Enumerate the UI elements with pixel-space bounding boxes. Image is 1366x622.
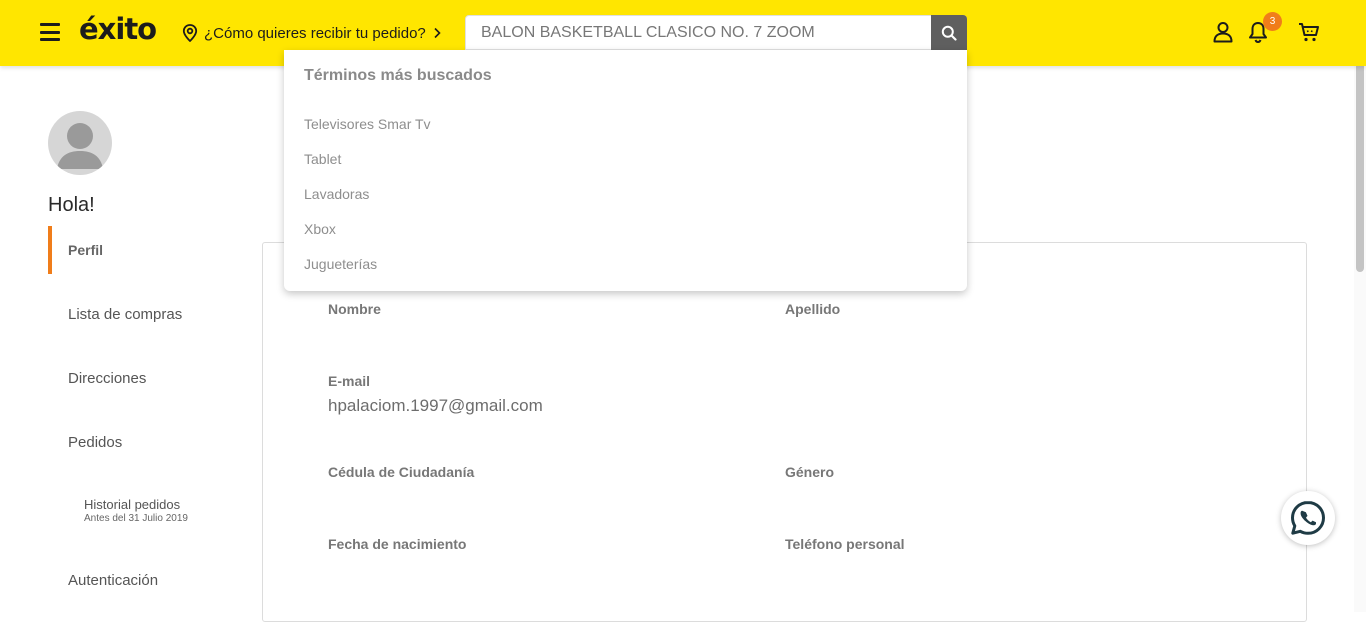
exito-logo[interactable]: éxito [79,12,157,46]
active-indicator [48,226,52,274]
notification-count-badge: 3 [1263,12,1282,31]
whatsapp-icon [1291,501,1325,535]
chevron-right-icon [434,27,441,39]
birth-date-label: Fecha de nacimiento [328,536,467,552]
search-input[interactable] [466,16,931,49]
user-avatar-icon [57,123,103,169]
suggestions-title: Términos más buscados [304,67,492,84]
account-button[interactable] [1211,20,1235,44]
sidebar-item-perfil[interactable]: Perfil [68,242,103,258]
user-icon [1213,22,1233,43]
suggestion-item[interactable]: Lavadoras [304,186,369,202]
phone-label: Teléfono personal [785,536,905,552]
sidebar-item-historial-pedidos[interactable]: Historial pedidos Antes del 31 Julio 201… [84,497,188,524]
page-scrollbar[interactable] [1354,0,1366,612]
search-bar [465,15,967,50]
sidebar-item-lista-de-compras[interactable]: Lista de compras [68,306,182,323]
search-button[interactable] [931,15,967,50]
sidebar-item-direcciones[interactable]: Direcciones [68,370,146,387]
id-document-label: Cédula de Ciudadanía [328,464,475,480]
avatar [48,111,112,175]
cart-button[interactable] [1297,20,1321,44]
greeting: Hola! [48,194,95,216]
logo-text: éxito [79,12,157,46]
whatsapp-button[interactable] [1281,491,1335,545]
gender-label: Género [785,464,835,480]
suggestion-item[interactable]: Xbox [304,221,336,237]
historial-note: Antes del 31 Julio 2019 [84,513,188,524]
suggestion-item[interactable]: Tablet [304,151,341,167]
suggestion-item[interactable]: Jugueterías [304,256,377,272]
search-icon [941,25,957,41]
sidebar-item-pedidos[interactable]: Pedidos [68,434,122,451]
location-pin-icon [182,24,198,42]
profile-card: Nombre Apellido E-mail hpalaciom.1997@gm… [262,242,1307,622]
delivery-prompt: ¿Cómo quieres recibir tu pedido? [204,24,426,42]
first-name-label: Nombre [328,301,381,317]
menu-icon[interactable] [40,23,60,41]
sidebar-item-autenticacion[interactable]: Autenticación [68,572,158,589]
historial-label: Historial pedidos [84,497,181,512]
cart-icon [1299,23,1319,42]
email-label: E-mail [328,373,371,389]
last-name-label: Apellido [785,301,841,317]
search-suggestions-dropdown: Términos más buscados Televisores Smar T… [284,50,967,291]
scrollbar-thumb[interactable] [1356,40,1364,272]
delivery-selector[interactable]: ¿Cómo quieres recibir tu pedido? [182,20,442,46]
email-value: hpalaciom.1997@gmail.com [328,396,543,415]
suggestion-item[interactable]: Televisores Smar Tv [304,116,431,132]
